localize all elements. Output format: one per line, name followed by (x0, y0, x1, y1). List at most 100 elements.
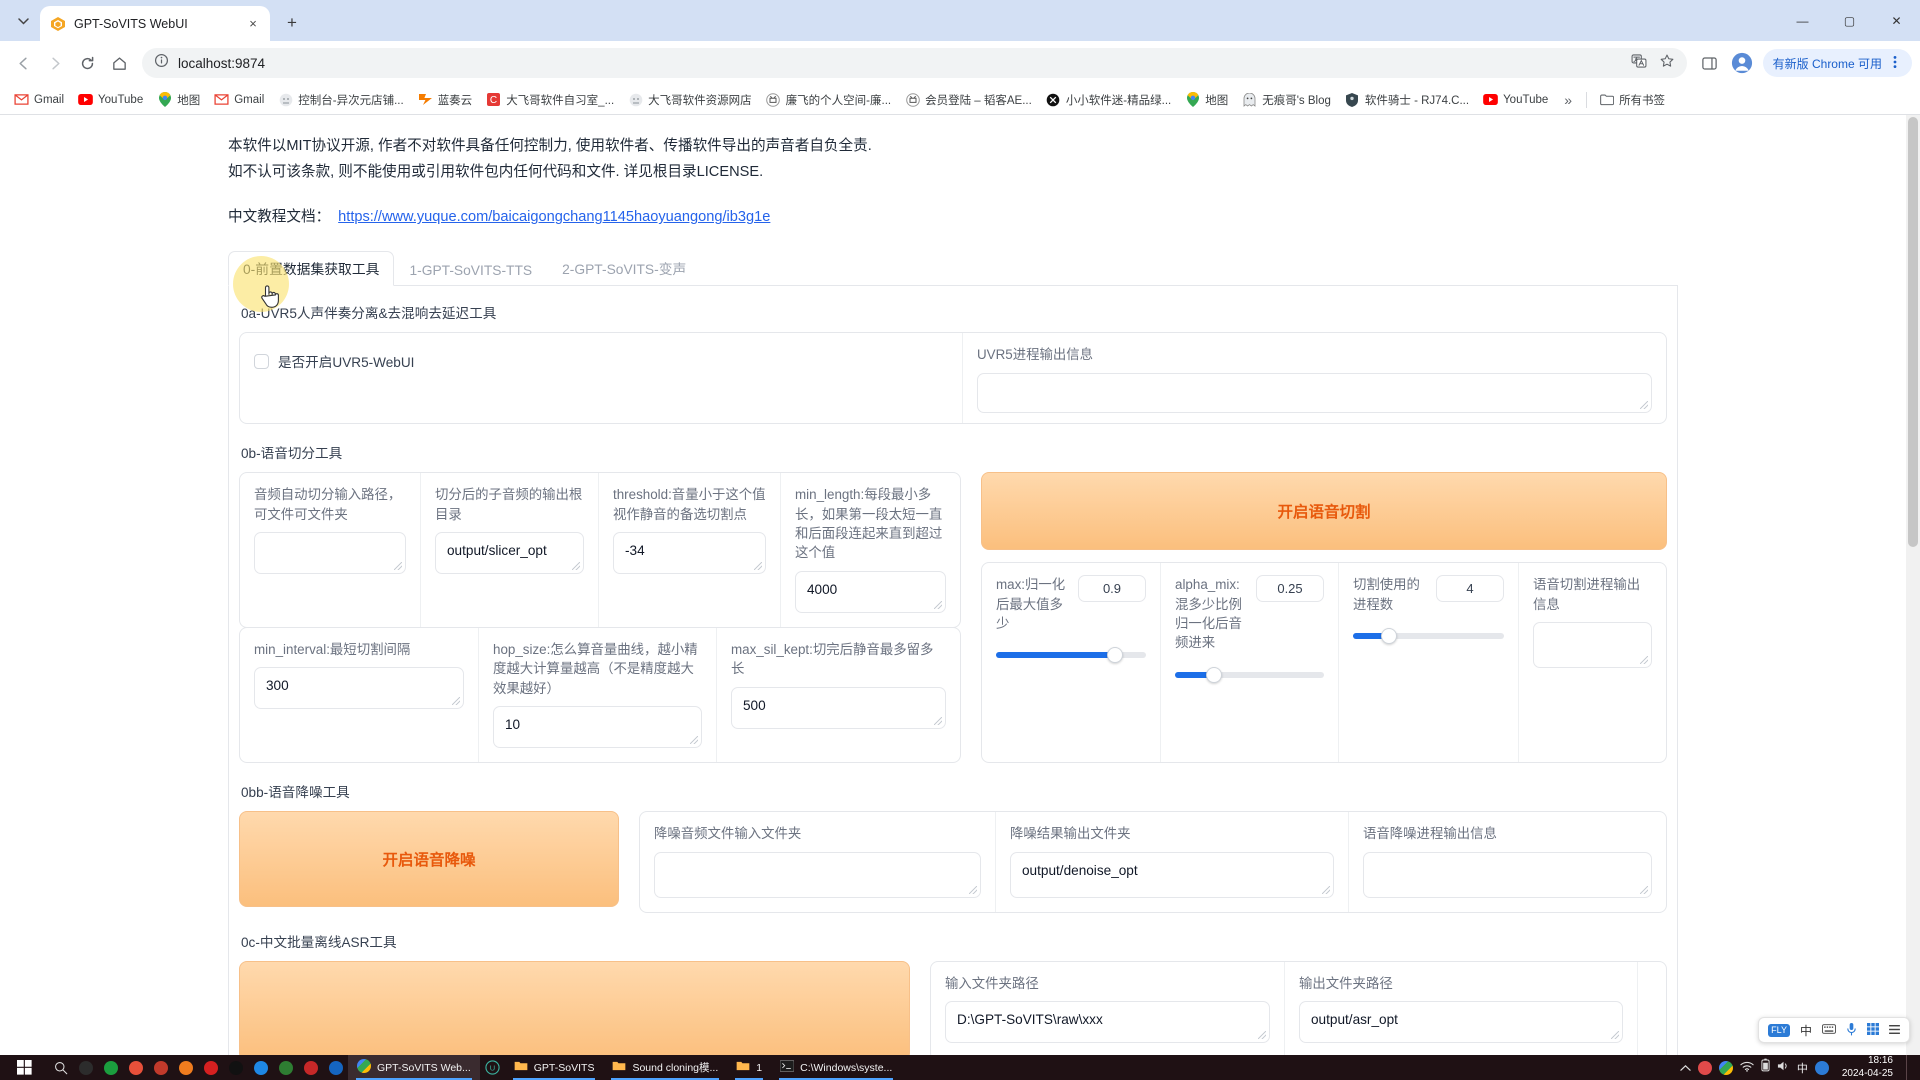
ime-mode-label[interactable]: 中 (1800, 1022, 1812, 1039)
slicer-hop-size-field[interactable]: 10 (493, 706, 702, 749)
start-slicing-button[interactable]: 开启语音切割 (981, 472, 1667, 551)
record-icon[interactable] (1697, 1060, 1712, 1075)
bookmark-item[interactable]: 会员登陆 – 韬客AE... (899, 89, 1038, 111)
search-icon[interactable] (48, 1055, 73, 1080)
forward-icon[interactable] (40, 48, 70, 78)
chevron-up-icon[interactable] (1680, 1059, 1691, 1077)
asr-input-field[interactable]: D:\GPT-SoVITS\raw\xxx (945, 1001, 1270, 1044)
taskbar-window-button[interactable]: Sound cloning模... (603, 1055, 727, 1080)
slicer-min-length-field[interactable]: 4000 (795, 570, 946, 613)
back-icon[interactable] (8, 48, 38, 78)
new-tab-button[interactable]: + (278, 9, 306, 37)
bookmark-item[interactable]: 大飞哥软件资源网店 (622, 89, 758, 111)
scrollbar-thumb[interactable] (1908, 117, 1918, 547)
slicer-max-value[interactable]: 0.9 (1078, 575, 1146, 603)
tab-0-dataset-tools[interactable]: 0-前置数据集获取工具 (228, 251, 395, 287)
bookmark-item[interactable]: C 大飞哥软件自习室_... (480, 89, 620, 111)
bookmark-item[interactable]: 地图 (1179, 89, 1234, 111)
bookmark-item[interactable]: Gmail (208, 89, 270, 110)
page-scrollbar[interactable] (1906, 115, 1920, 1055)
bookmarks-overflow-button[interactable]: » (1556, 92, 1580, 108)
tab-2-gpt-sovits-vc[interactable]: 2-GPT-SoVITS-变声 (547, 251, 701, 286)
all-bookmarks-button[interactable]: 所有书签 (1593, 89, 1671, 111)
slicer-alpha-mix-value[interactable]: 0.25 (1256, 575, 1324, 603)
mic-icon[interactable] (1846, 1022, 1857, 1039)
denoise-output-field[interactable]: output/denoise_opt (1010, 851, 1334, 898)
site-info-icon[interactable] (154, 53, 169, 73)
chat-icon[interactable] (248, 1055, 273, 1080)
tutorial-link[interactable]: https://www.yuque.com/baicaigongchang114… (338, 209, 770, 225)
three-dot-menu[interactable] (1888, 55, 1902, 72)
keyboard-icon[interactable] (1822, 1023, 1836, 1037)
slicer-min-interval-field[interactable]: 300 (254, 667, 464, 710)
menu-icon[interactable] (1889, 1023, 1900, 1037)
volume-icon[interactable] (1777, 1059, 1790, 1077)
maximize-button[interactable]: ▢ (1826, 0, 1873, 41)
list-icon[interactable] (273, 1055, 298, 1080)
bookmark-item[interactable]: 软件骑士 - RJ74.C... (1339, 89, 1475, 111)
taskbar-clock[interactable]: 18:16 2024-04-25 (1836, 1055, 1899, 1080)
uvr5-enable-checkbox[interactable] (254, 353, 269, 369)
taskbar-window-button[interactable]: GPT-SoVITS (505, 1055, 604, 1080)
k-icon[interactable] (73, 1055, 98, 1080)
shield-icon[interactable] (323, 1055, 348, 1080)
window-close-button[interactable]: ✕ (1873, 0, 1920, 41)
taskbar-window-button[interactable]: C:\Windows\syste... (771, 1055, 901, 1080)
chrome-tray-icon[interactable] (1718, 1060, 1733, 1075)
slicer-max-sil-kept-field[interactable]: 500 (731, 686, 946, 729)
grid-icon[interactable] (1867, 1022, 1879, 1038)
address-bar[interactable]: localhost:9874 (142, 48, 1687, 78)
uvr5-output-textarea[interactable] (977, 372, 1652, 413)
home-icon[interactable] (104, 48, 134, 78)
bookmark-item[interactable]: YouTube (72, 89, 149, 110)
show-desktop-button[interactable] (1906, 1055, 1912, 1080)
book-icon[interactable] (298, 1055, 323, 1080)
denoise-progress-textarea[interactable] (1363, 851, 1652, 898)
taskbar-window-button[interactable]: 1 (727, 1055, 771, 1080)
slicer-output-root-field[interactable]: output/slicer_opt (435, 532, 584, 575)
uvr5-enable-row[interactable]: 是否开启UVR5-WebUI (254, 351, 414, 371)
slicer-progress-textarea[interactable] (1533, 622, 1652, 669)
ime-tray-icon[interactable]: 中 (1797, 1060, 1808, 1076)
slicer-input-path-field[interactable] (254, 532, 406, 575)
slicer-threshold-field[interactable]: -34 (613, 532, 766, 575)
profile-avatar[interactable] (1727, 48, 1757, 78)
slicer-threads-slider[interactable] (1353, 628, 1504, 645)
start-denoise-button[interactable]: 开启语音降噪 (239, 811, 619, 908)
tab-search-button[interactable] (6, 4, 40, 38)
browser-icon[interactable] (223, 1055, 248, 1080)
battery-icon[interactable] (1761, 1058, 1770, 1077)
start-asr-button[interactable] (239, 960, 910, 1055)
bookmark-item[interactable]: 地图 (151, 89, 206, 111)
cloud-icon[interactable] (1814, 1060, 1829, 1075)
side-panel-icon[interactable] (1695, 48, 1725, 78)
q-icon[interactable] (173, 1055, 198, 1080)
close-icon[interactable]: × (244, 15, 262, 33)
bookmark-item[interactable]: 无痕哥's Blog (1236, 89, 1337, 111)
app-icon[interactable] (98, 1055, 123, 1080)
slicer-alpha-mix-slider[interactable] (1175, 666, 1324, 683)
chrome-update-button[interactable]: 有新版 Chrome 可用 (1762, 49, 1912, 77)
bookmark-item[interactable]: Gmail (8, 89, 70, 110)
slicer-threads-value[interactable]: 4 (1436, 575, 1504, 603)
star-icon[interactable] (1659, 53, 1675, 74)
bookmark-item[interactable]: 小小软件迷-精品绿... (1040, 89, 1177, 111)
taskbar-window-button[interactable]: GPT-SoVITS Web... (348, 1055, 480, 1080)
bookmark-item[interactable]: 蓝奏云 (412, 89, 479, 111)
record-icon[interactable] (148, 1055, 173, 1080)
browser-tab[interactable]: GPT-SoVITS WebUI × (40, 6, 270, 41)
bookmark-item[interactable]: 控制台-异次元店铺... (272, 89, 409, 111)
reload-icon[interactable] (72, 48, 102, 78)
bookmark-item[interactable]: 廉飞的个人空间-廉... (760, 89, 897, 111)
opera-icon[interactable] (198, 1055, 223, 1080)
wifi-icon[interactable] (1740, 1059, 1754, 1077)
bookmark-item[interactable]: YouTube (1477, 89, 1554, 110)
tab-1-gpt-sovits-tts[interactable]: 1-GPT-SoVITS-TTS (394, 256, 547, 286)
denoise-input-field[interactable] (654, 851, 981, 898)
minimize-button[interactable]: — (1779, 0, 1826, 41)
translate-icon[interactable] (1631, 53, 1647, 74)
firefox-icon[interactable] (123, 1055, 148, 1080)
circle-u-icon[interactable]: U (480, 1055, 505, 1080)
slicer-max-slider[interactable] (996, 647, 1146, 664)
ime-toolbar[interactable]: FLY 中 (1758, 1017, 1910, 1043)
